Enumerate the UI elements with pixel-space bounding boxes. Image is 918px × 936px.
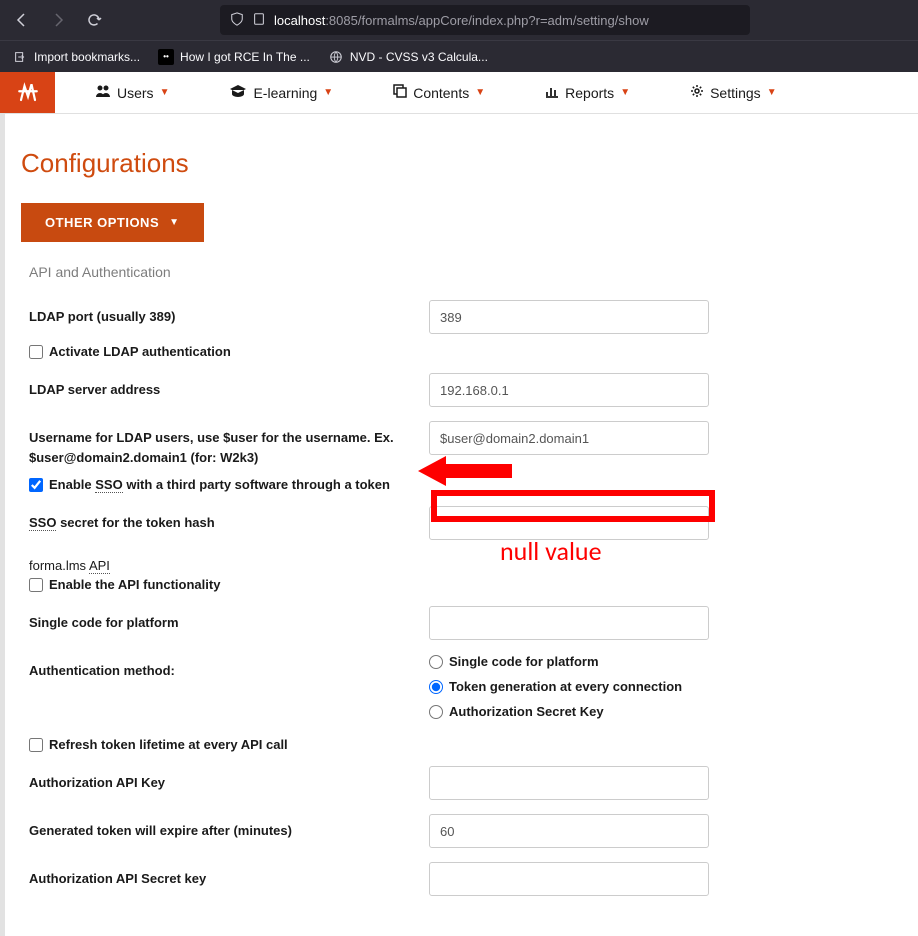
nav-label: E-learning: [253, 85, 317, 101]
other-options-button[interactable]: OTHER OPTIONS ▼: [21, 203, 204, 242]
ldap-port-label: LDAP port (usually 389): [29, 300, 429, 327]
enable-api-label: Enable the API functionality: [49, 577, 220, 592]
token-expire-input[interactable]: [429, 814, 709, 848]
reload-button[interactable]: [84, 10, 104, 30]
radio-single-code[interactable]: [429, 655, 443, 669]
sso-secret-label: SSO secret for the token hash: [29, 506, 429, 533]
activate-ldap-checkbox[interactable]: [29, 345, 43, 359]
forward-button[interactable]: [48, 10, 68, 30]
page-title: Configurations: [13, 114, 902, 203]
radio-single-code-label: Single code for platform: [449, 654, 599, 669]
back-button[interactable]: [12, 10, 32, 30]
caret-down-icon: ▼: [323, 87, 333, 98]
nav-reports[interactable]: Reports ▼: [525, 72, 650, 113]
radio-token-gen[interactable]: [429, 680, 443, 694]
users-icon: [95, 84, 111, 101]
graduation-cap-icon: [229, 84, 247, 101]
gear-icon: [690, 84, 704, 101]
nav-label: Settings: [710, 85, 761, 101]
bookmark-label: NVD - CVSS v3 Calcula...: [350, 50, 488, 64]
button-label: OTHER OPTIONS: [45, 215, 159, 230]
chart-icon: [545, 84, 559, 101]
refresh-token-label: Refresh token lifetime at every API call: [49, 737, 288, 752]
ldap-port-input[interactable]: [429, 300, 709, 334]
nav-settings[interactable]: Settings ▼: [670, 72, 797, 113]
nav-label: Contents: [413, 85, 469, 101]
ldap-user-label: Username for LDAP users, use $user for t…: [29, 421, 429, 467]
caret-down-icon: ▼: [620, 87, 630, 98]
ldap-server-label: LDAP server address: [29, 373, 429, 400]
shield-icon: [230, 12, 244, 29]
url-bar[interactable]: localhost:8085/formalms/appCore/index.ph…: [220, 5, 750, 35]
section-header: API and Authentication: [13, 242, 902, 286]
bookmark-label: How I got RCE In The ...: [180, 50, 310, 64]
nav-label: Reports: [565, 85, 614, 101]
auth-secret-key-input[interactable]: [429, 862, 709, 896]
auth-method-label: Authentication method:: [29, 654, 429, 681]
bookmark-label: Import bookmarks...: [34, 50, 140, 64]
browser-toolbar: localhost:8085/formalms/appCore/index.ph…: [0, 0, 918, 40]
auth-api-key-input[interactable]: [429, 766, 709, 800]
globe-icon: [328, 49, 344, 65]
ldap-server-input[interactable]: [429, 373, 709, 407]
enable-api-checkbox[interactable]: [29, 578, 43, 592]
radio-auth-secret-label: Authorization Secret Key: [449, 704, 604, 719]
single-code-label: Single code for platform: [29, 606, 429, 633]
caret-down-icon: ▼: [160, 87, 170, 98]
nav-users[interactable]: Users ▼: [75, 72, 189, 113]
refresh-token-checkbox[interactable]: [29, 738, 43, 752]
enable-sso-checkbox[interactable]: [29, 478, 43, 492]
bookmarks-bar: Import bookmarks... •• How I got RCE In …: [0, 40, 918, 72]
activate-ldap-label: Activate LDAP authentication: [49, 344, 231, 359]
bookmark-nvd[interactable]: NVD - CVSS v3 Calcula...: [328, 49, 488, 65]
import-icon: [12, 49, 28, 65]
bookmark-rce[interactable]: •• How I got RCE In The ...: [158, 49, 310, 65]
nav-label: Users: [117, 85, 154, 101]
radio-token-gen-label: Token generation at every connection: [449, 679, 682, 694]
token-expire-label: Generated token will expire after (minut…: [29, 814, 429, 841]
app-nav: Users ▼ E-learning ▼ Contents ▼ Reports …: [0, 72, 918, 114]
enable-sso-label: Enable SSO with a third party software t…: [49, 477, 390, 492]
single-code-input[interactable]: [429, 606, 709, 640]
page-icon: [252, 12, 266, 29]
sso-secret-input[interactable]: [429, 506, 709, 540]
caret-down-icon: ▼: [475, 87, 485, 98]
nav-contents[interactable]: Contents ▼: [373, 72, 505, 113]
favicon-icon: ••: [158, 49, 174, 65]
copy-icon: [393, 84, 407, 101]
auth-secret-key-label: Authorization API Secret key: [29, 862, 429, 889]
url-text: localhost:8085/formalms/appCore/index.ph…: [274, 13, 649, 28]
nav-elearning[interactable]: E-learning ▼: [209, 72, 353, 113]
caret-down-icon: ▼: [767, 87, 777, 98]
radio-auth-secret[interactable]: [429, 705, 443, 719]
caret-down-icon: ▼: [169, 217, 179, 228]
api-subsection: forma.lms API: [29, 558, 902, 573]
app-logo[interactable]: [0, 72, 55, 113]
bookmark-import[interactable]: Import bookmarks...: [12, 49, 140, 65]
auth-api-key-label: Authorization API Key: [29, 766, 429, 793]
ldap-user-input[interactable]: [429, 421, 709, 455]
